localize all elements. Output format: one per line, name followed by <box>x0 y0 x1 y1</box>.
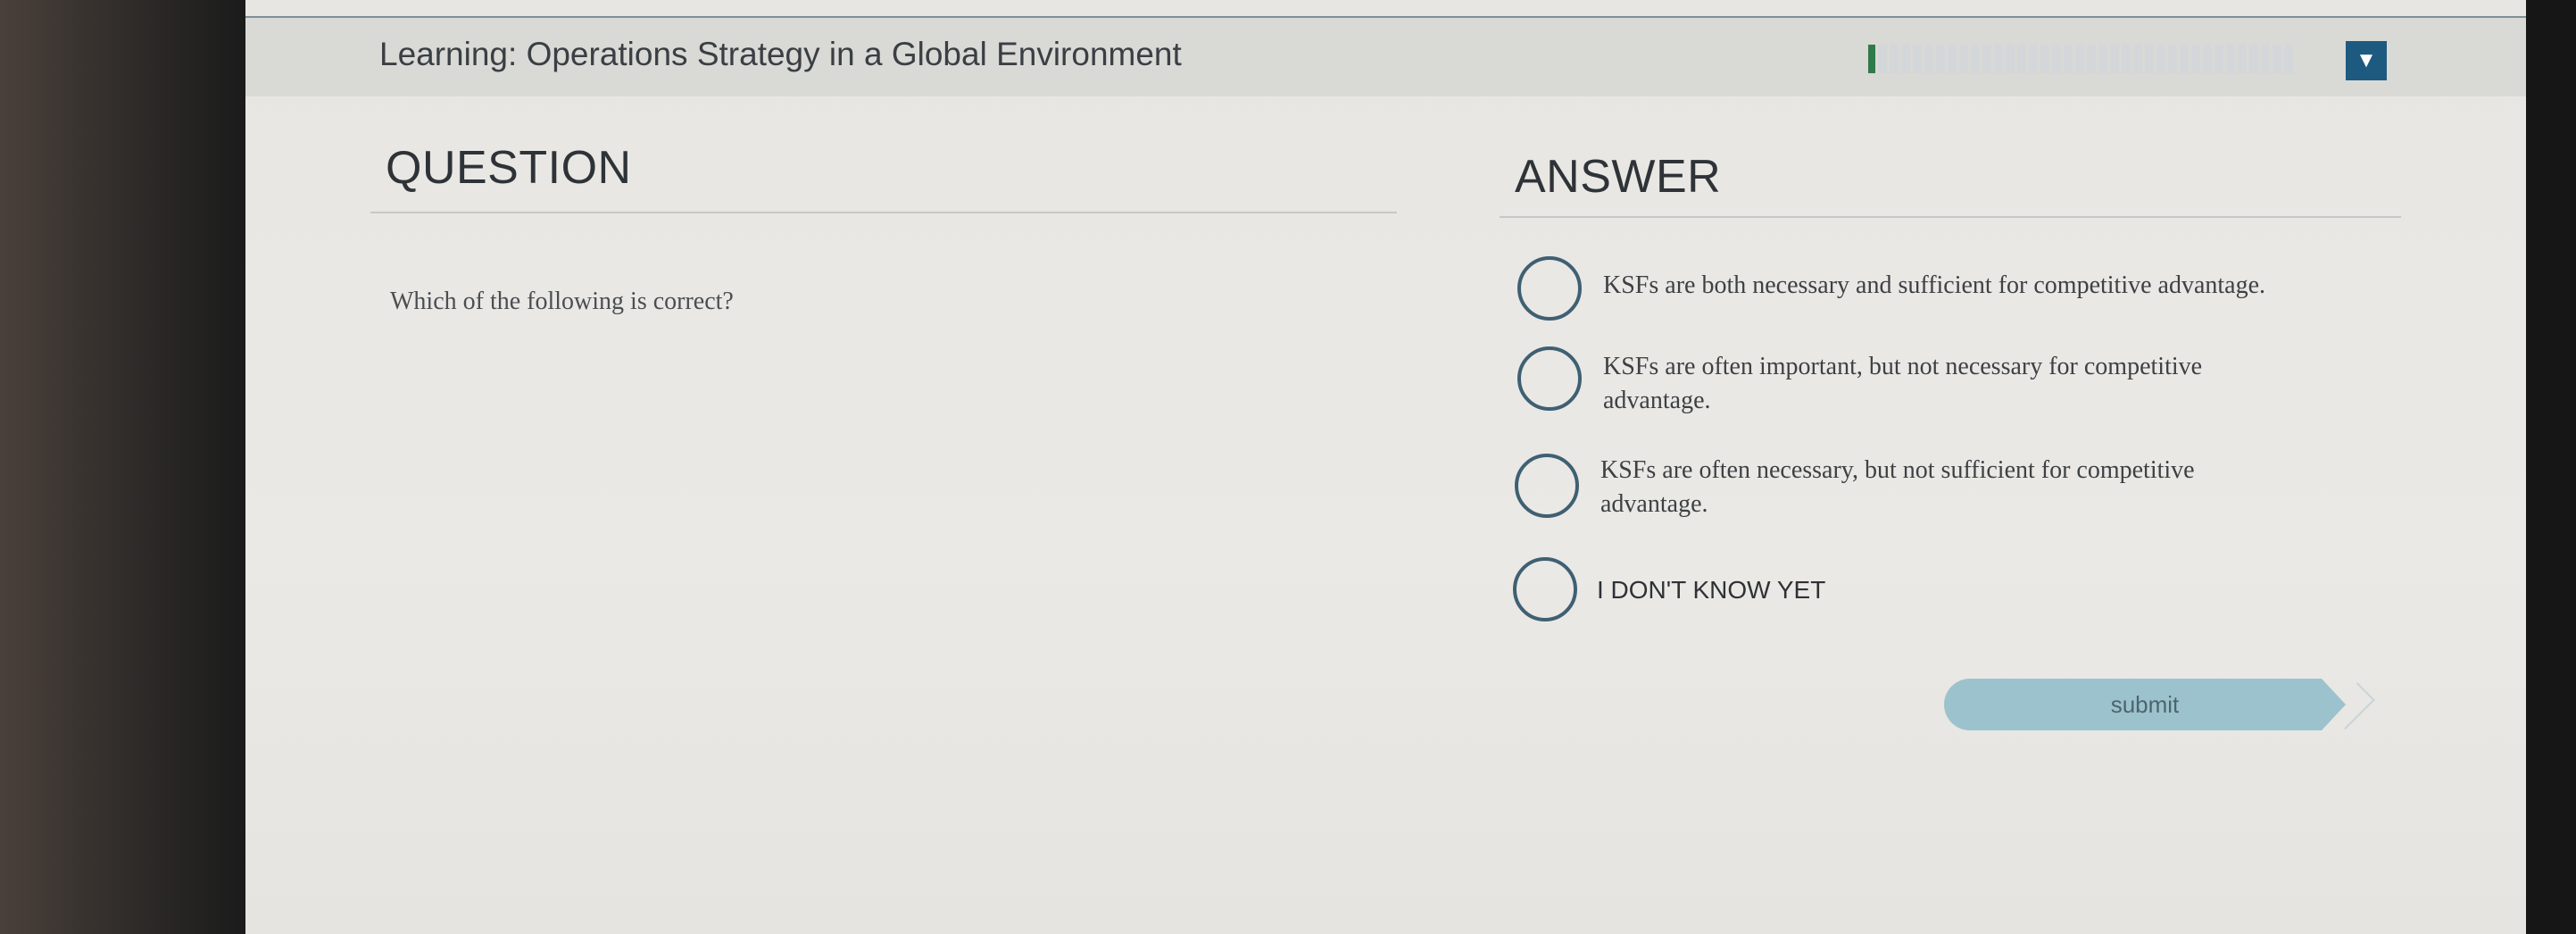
progress-empty-segment <box>2075 45 2084 73</box>
answer-option-label: KSFs are often necessary, but not suffic… <box>1600 456 2195 518</box>
progress-empty-segment <box>2191 45 2200 73</box>
progress-empty-segment <box>2156 45 2165 73</box>
menu-dropdown-button[interactable]: ▼ <box>2346 41 2387 80</box>
progress-empty-segment <box>2098 45 2107 73</box>
radio-button[interactable] <box>1517 346 1582 411</box>
answer-option-3[interactable]: KSFs are often necessary, but not suffic… <box>1515 454 2195 521</box>
progress-empty-segment <box>2017 45 2026 73</box>
progress-empty-segment <box>1971 45 1980 73</box>
progress-empty-segment <box>1878 45 1887 73</box>
app-screen: Learning: Operations Strategy in a Globa… <box>245 0 2526 934</box>
answer-option-label: KSFs are often important, but not necess… <box>1603 353 2203 414</box>
progress-empty-segment <box>1924 45 1933 73</box>
progress-empty-segment <box>2029 45 2038 73</box>
radio-button[interactable] <box>1513 557 1577 621</box>
answer-option-1[interactable]: KSFs are both necessary and sufficient f… <box>1517 256 2265 321</box>
progress-empty-segment <box>1994 45 2003 73</box>
question-heading: QUESTION <box>386 142 632 194</box>
submit-button[interactable]: submit <box>1944 679 2346 730</box>
progress-empty-segment <box>2122 45 2131 73</box>
progress-empty-segment <box>2064 45 2073 73</box>
question-divider <box>370 212 1397 213</box>
answer-option-label: KSFs are both necessary and sufficient f… <box>1603 271 2266 299</box>
progress-empty-segment <box>2226 45 2235 73</box>
progress-empty-segment <box>2110 45 2119 73</box>
header-bar: Learning: Operations Strategy in a Globa… <box>245 16 2526 96</box>
radio-button[interactable] <box>1517 256 1582 321</box>
triangle-down-icon: ▼ <box>2356 48 2377 72</box>
progress-empty-segment <box>2215 45 2223 73</box>
progress-empty-segment <box>1982 45 1991 73</box>
submit-arrow-outline <box>2328 682 2375 730</box>
progress-empty-segment <box>1948 45 1957 73</box>
question-prompt: Which of the following is correct? <box>390 288 734 315</box>
progress-empty-segment <box>2168 45 2177 73</box>
progress-empty-segment <box>2087 45 2096 73</box>
progress-empty-segment <box>2052 45 2061 73</box>
progress-empty-segment <box>2180 45 2189 73</box>
progress-bar <box>1868 43 2306 75</box>
progress-empty-segment <box>1901 45 1910 73</box>
progress-empty-segment <box>1936 45 1945 73</box>
progress-empty-segment <box>1913 45 1922 73</box>
progress-empty-segment <box>2261 45 2270 73</box>
answer-option-4[interactable]: I DON'T KNOW YET <box>1513 557 1825 621</box>
progress-empty-segment <box>2133 45 2142 73</box>
progress-empty-segment <box>2145 45 2154 73</box>
page-title: Learning: Operations Strategy in a Globa… <box>379 36 1182 72</box>
progress-empty-segment <box>2040 45 2049 73</box>
progress-empty-segment <box>2203 45 2212 73</box>
progress-empty-segment <box>2284 45 2293 73</box>
progress-empty-segment <box>1890 45 1899 73</box>
progress-empty-segment <box>2273 45 2281 73</box>
progress-empty-segment <box>2249 45 2258 73</box>
radio-button[interactable] <box>1515 454 1579 518</box>
monitor-bezel-left <box>0 0 245 934</box>
answer-option-label: I DON'T KNOW YET <box>1597 576 1826 604</box>
answer-divider <box>1500 216 2401 218</box>
progress-empty-segment <box>1959 45 1968 73</box>
answer-heading: ANSWER <box>1515 151 1722 203</box>
answer-option-2[interactable]: KSFs are often important, but not necess… <box>1517 346 2202 418</box>
progress-filled-segment <box>1868 45 1875 73</box>
progress-empty-segment <box>2238 45 2247 73</box>
progress-empty-segment <box>2006 45 2015 73</box>
